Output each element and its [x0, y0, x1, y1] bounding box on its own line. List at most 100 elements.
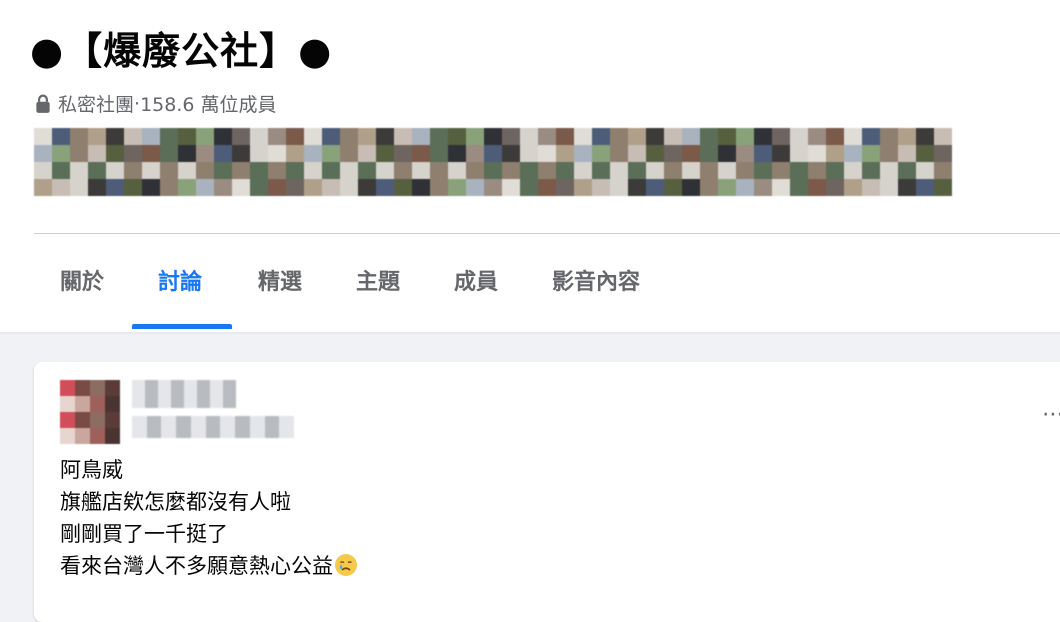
avatar-pixel-column — [124, 128, 142, 196]
avatar-pixel-column — [934, 128, 952, 196]
avatar-pixel-column — [178, 128, 196, 196]
blur-pixel — [249, 416, 265, 438]
avatar-pixel-column — [700, 128, 718, 196]
post-line-4: 看來台灣人不多願意熱心公益 — [60, 550, 358, 582]
avatar-pixel-column — [304, 128, 322, 196]
active-tab-indicator — [132, 324, 232, 329]
avatar-pixel — [60, 380, 75, 396]
avatar-pixel — [75, 396, 90, 412]
avatar-pixel-column — [790, 128, 808, 196]
blur-pixel — [264, 416, 280, 438]
avatar-pixel-column — [826, 128, 844, 196]
avatar-pixel-column — [556, 128, 574, 196]
author-name-blurred[interactable] — [132, 380, 236, 408]
avatar-pixel-column — [322, 128, 340, 196]
blur-pixel — [146, 416, 162, 438]
avatar-pixel-column — [664, 128, 682, 196]
avatar-pixel-column — [394, 128, 412, 196]
group-header: ●【爆廢公社】● 私密社團 · 158.6 萬位成員 關於 討論 精選 主題 成… — [0, 0, 1060, 332]
avatar-pixel-column — [628, 128, 646, 196]
avatar-pixel-column — [106, 128, 124, 196]
sad-relieved-face-icon — [335, 554, 357, 576]
avatar-pixel — [75, 428, 90, 444]
avatar-pixel-column — [916, 128, 934, 196]
avatar-pixel-column — [52, 128, 70, 196]
tab-discussion[interactable]: 討論 — [158, 234, 202, 332]
avatar-pixel-column — [142, 128, 160, 196]
avatar-pixel-column — [232, 128, 250, 196]
avatar-pixel-column — [286, 128, 304, 196]
avatar-pixel-column — [502, 128, 520, 196]
avatar-pixel-column — [520, 128, 538, 196]
blur-pixel — [171, 380, 184, 408]
author-avatar-blurred[interactable] — [60, 380, 120, 444]
tab-featured[interactable]: 精選 — [258, 234, 302, 332]
avatar-pixel — [105, 412, 120, 428]
blur-pixel — [223, 380, 236, 408]
post-timestamp-blurred[interactable] — [132, 416, 295, 438]
avatar-pixel-column — [214, 128, 232, 196]
blur-pixel — [132, 380, 145, 408]
header-shadow — [0, 332, 1060, 335]
tab-about[interactable]: 關於 — [60, 234, 104, 332]
blur-pixel — [205, 416, 221, 438]
avatar-pixel-column — [574, 128, 592, 196]
tab-members[interactable]: 成員 — [454, 234, 498, 332]
blur-pixel — [279, 416, 295, 438]
avatar-pixel-column — [772, 128, 790, 196]
avatar-pixel-column — [484, 128, 502, 196]
blur-pixel — [190, 416, 206, 438]
avatar-pixel-column — [718, 128, 736, 196]
tab-media[interactable]: 影音內容 — [552, 234, 640, 332]
avatar-pixel — [90, 396, 105, 412]
avatar-pixel-column — [682, 128, 700, 196]
avatar-pixel-column — [538, 128, 556, 196]
avatar-pixel-column — [196, 128, 214, 196]
avatar-pixel — [90, 428, 105, 444]
avatar-pixel — [60, 428, 75, 444]
post-text: 阿鳥威 旗艦店欸怎麼都沒有人啦 剛剛買了一千挺了 看來台灣人不多願意熱心公益 — [60, 454, 358, 582]
blur-pixel — [197, 380, 210, 408]
avatar-pixel — [90, 380, 105, 396]
post-line-1: 阿鳥威 — [60, 458, 123, 482]
avatar-pixel-column — [466, 128, 484, 196]
more-options-icon[interactable]: ⋯ — [1042, 402, 1060, 427]
tab-topics[interactable]: 主題 — [356, 234, 400, 332]
blur-pixel — [161, 416, 177, 438]
blur-pixel — [158, 380, 171, 408]
avatar-pixel-column — [808, 128, 826, 196]
avatar-pixel-column — [898, 128, 916, 196]
avatar-pixel-column — [340, 128, 358, 196]
group-title[interactable]: ●【爆廢公社】● — [30, 20, 332, 75]
member-avatars-blurred[interactable] — [34, 128, 952, 196]
avatar-pixel — [105, 396, 120, 412]
avatar-pixel-column — [34, 128, 52, 196]
avatar-pixel-column — [250, 128, 268, 196]
post-card: ⋯ 阿鳥威 旗艦店欸怎麼都沒有人啦 剛剛買了一千挺了 看來台灣人不多願意熱心公益 — [34, 362, 1060, 622]
avatar-pixel-column — [376, 128, 394, 196]
avatar-pixel-column — [754, 128, 772, 196]
avatar-pixel-column — [70, 128, 88, 196]
avatar-pixel-column — [358, 128, 376, 196]
blur-pixel — [176, 416, 191, 438]
blur-pixel — [235, 416, 250, 438]
avatar-pixel-column — [430, 128, 448, 196]
group-tabs: 關於 討論 精選 主題 成員 影音內容 — [0, 234, 1060, 332]
lock-icon — [36, 94, 50, 113]
avatar-pixel-column — [844, 128, 862, 196]
blur-pixel — [210, 380, 223, 408]
blur-pixel — [132, 416, 147, 438]
avatar-pixel-column — [862, 128, 880, 196]
post-line-2: 旗艦店欸怎麼都沒有人啦 — [60, 490, 291, 514]
avatar-pixel-column — [610, 128, 628, 196]
avatar-pixel — [75, 412, 90, 428]
blur-pixel — [184, 380, 197, 408]
avatar-pixel — [90, 412, 105, 428]
avatar-pixel — [60, 396, 75, 412]
group-meta: 私密社團 · 158.6 萬位成員 — [34, 90, 277, 117]
avatar-pixel-column — [736, 128, 754, 196]
avatar-pixel-column — [646, 128, 664, 196]
avatar-pixel-column — [412, 128, 430, 196]
blur-pixel — [145, 380, 158, 408]
member-count[interactable]: 158.6 萬位成員 — [140, 90, 276, 117]
